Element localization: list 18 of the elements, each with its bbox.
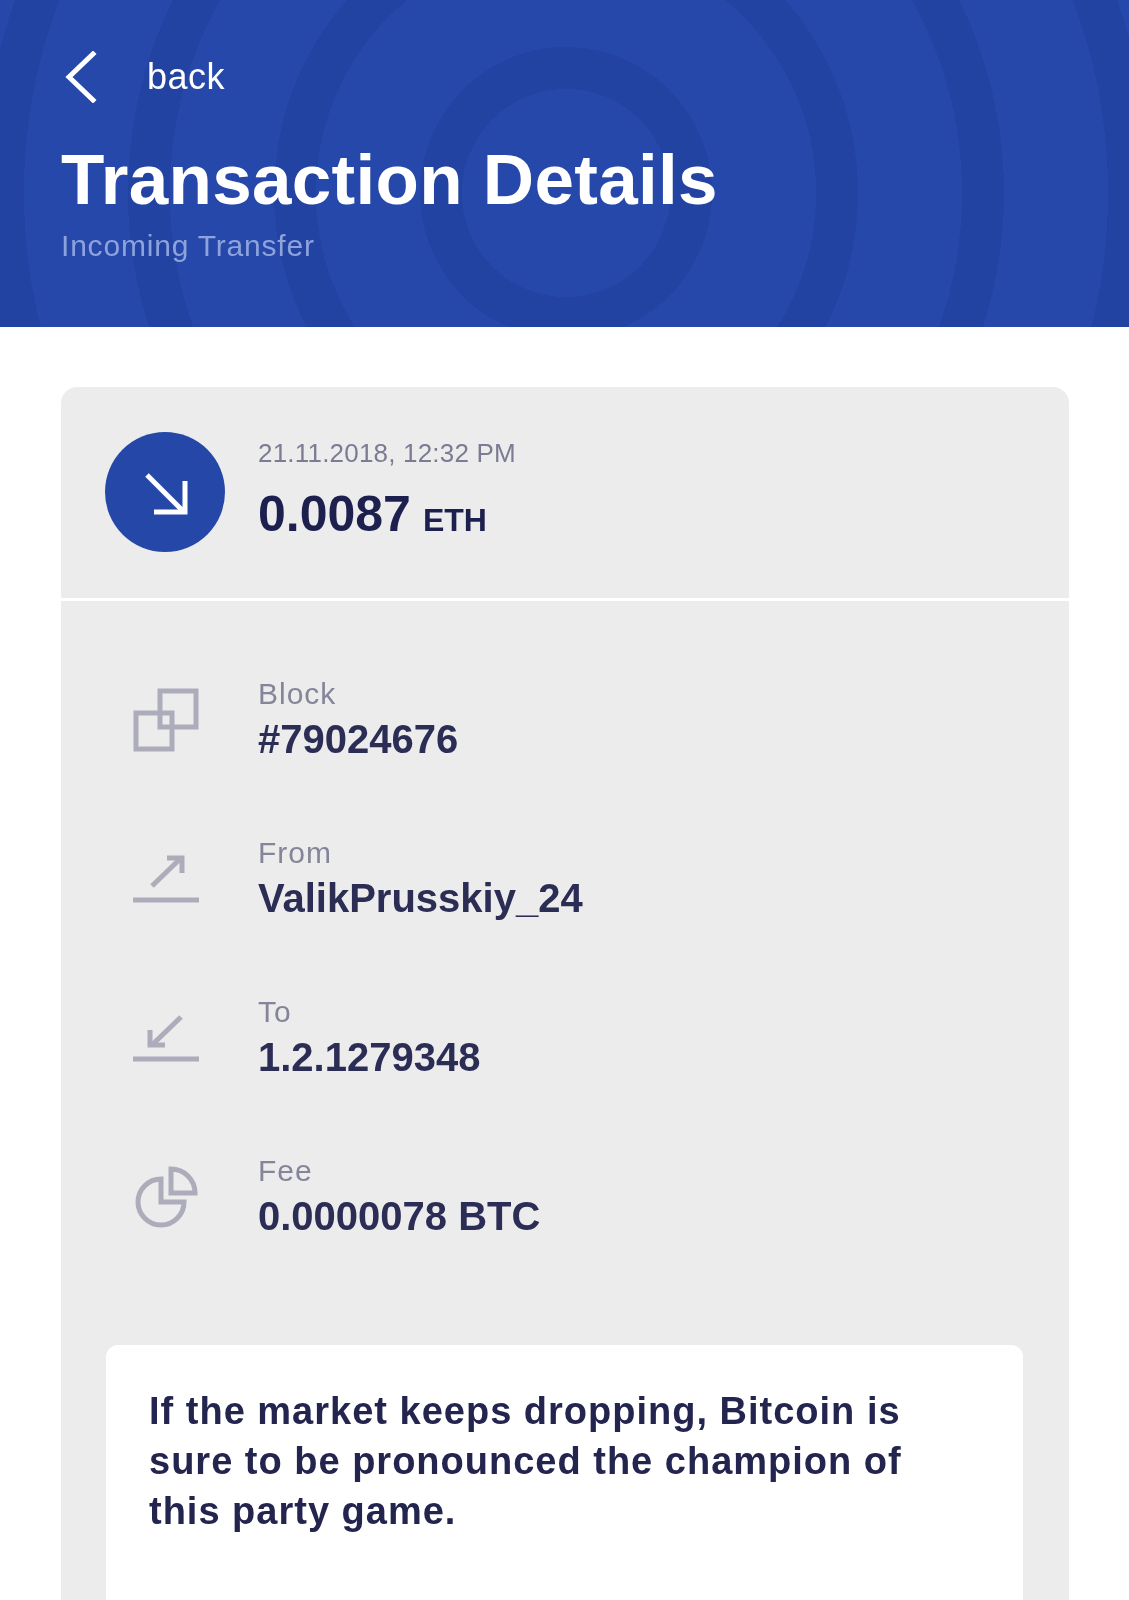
detail-value: 1.2.1279348	[258, 1034, 481, 1080]
pie-chart-icon	[134, 1165, 198, 1228]
note-text: If the market keeps dropping, Bitcoin is sure to be pronounced the champion of this party game.	[149, 1389, 903, 1534]
transaction-date: 21.11.2018, 12:32 PM	[258, 436, 516, 469]
detail-label: Fee	[258, 1154, 314, 1188]
detail-label: To	[258, 995, 293, 1029]
overlapping-squares-icon	[133, 687, 199, 752]
currency-code: ETH	[422, 500, 487, 540]
detail-value: #79024676	[258, 716, 459, 762]
detail-value: 0.0000078 BTC	[258, 1193, 541, 1239]
page-subtitle: Incoming Transfer	[61, 228, 316, 264]
detail-label: From	[258, 836, 333, 870]
back-button[interactable]: back	[61, 51, 226, 103]
page-title: Transaction Details	[61, 144, 719, 215]
detail-value: ValikPrusskiy_24	[258, 875, 583, 921]
chevron-left-icon	[63, 51, 97, 103]
detail-label: Block	[258, 677, 338, 711]
transaction-amount: 0.0087	[258, 485, 411, 542]
